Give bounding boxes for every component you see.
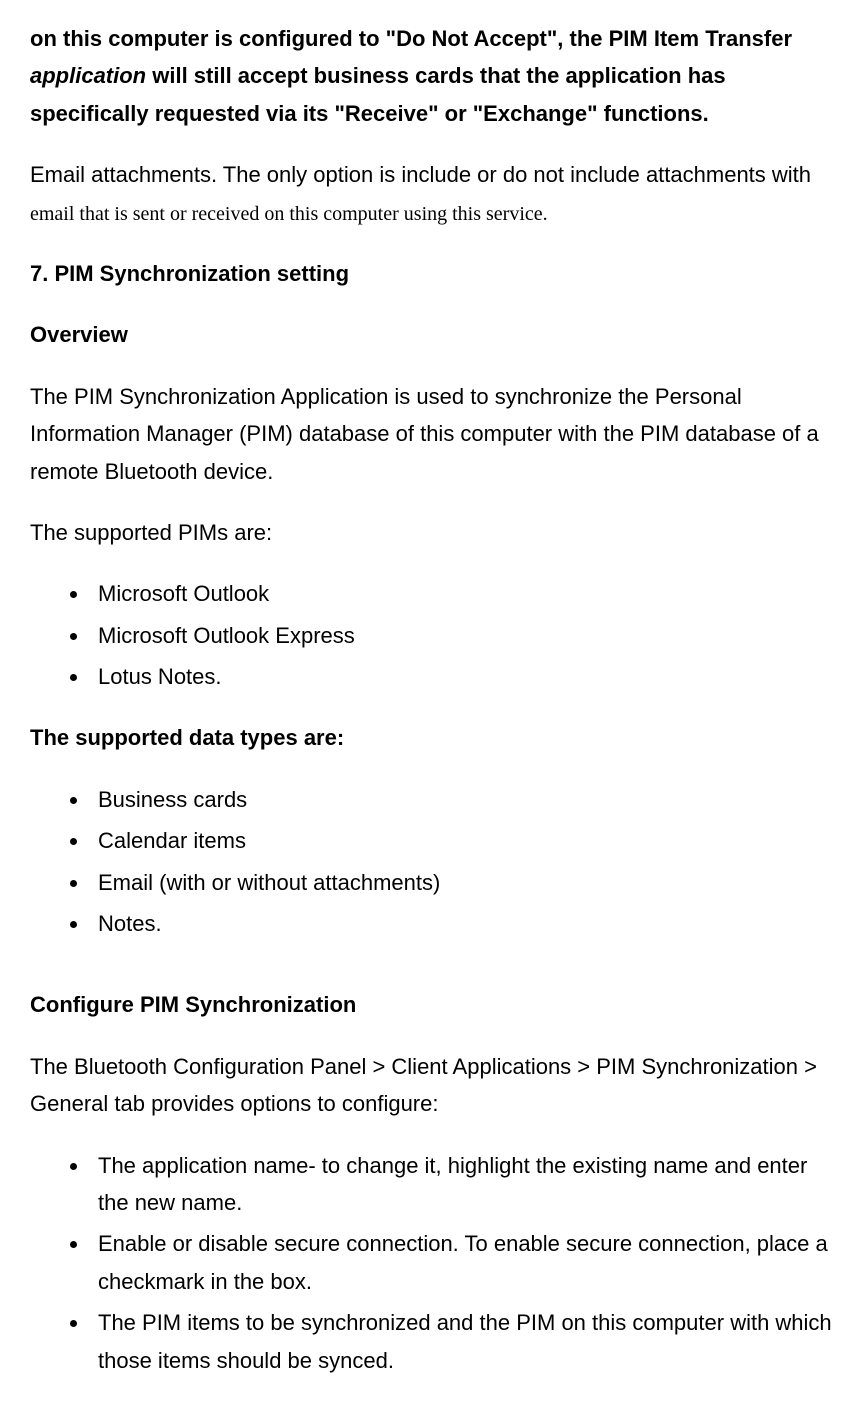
list-item: Calendar items [90,822,834,859]
list-item: Microsoft Outlook Express [90,617,834,654]
email-attachments-paragraph: Email attachments. The only option is in… [30,156,834,231]
configure-paragraph: The Bluetooth Configuration Panel > Clie… [30,1048,834,1123]
heading-configure: Configure PIM Synchronization [30,986,834,1023]
list-item: Notes. [90,905,834,942]
list-item: Microsoft Outlook [90,575,834,612]
list-item: Enable or disable secure connection. To … [90,1225,834,1300]
heading-supported-data: The supported data types are: [30,719,834,756]
configure-options-list: The application name- to change it, high… [30,1147,834,1379]
supported-data-types-list: Business cards Calendar items Email (wit… [30,781,834,943]
email-part1: Email attachments. The only option is in… [30,162,811,187]
intro-bold-1: on this computer is configured to "Do No… [30,26,792,51]
overview-paragraph: The PIM Synchronization Application is u… [30,378,834,490]
heading-overview: Overview [30,316,834,353]
list-item: The application name- to change it, high… [90,1147,834,1222]
list-item: Email (with or without attachments) [90,864,834,901]
intro-bold-italic: application [30,63,146,88]
list-item: Lotus Notes. [90,658,834,695]
heading-pim-sync: 7. PIM Synchronization setting [30,255,834,292]
supported-pims-intro: The supported PIMs are: [30,514,834,551]
list-item: Business cards [90,781,834,818]
list-item: The PIM items to be synchronized and the… [90,1304,834,1379]
supported-pims-list: Microsoft Outlook Microsoft Outlook Expr… [30,575,834,695]
email-serif: email that is sent or received on this c… [30,203,548,225]
intro-paragraph: on this computer is configured to "Do No… [30,20,834,132]
